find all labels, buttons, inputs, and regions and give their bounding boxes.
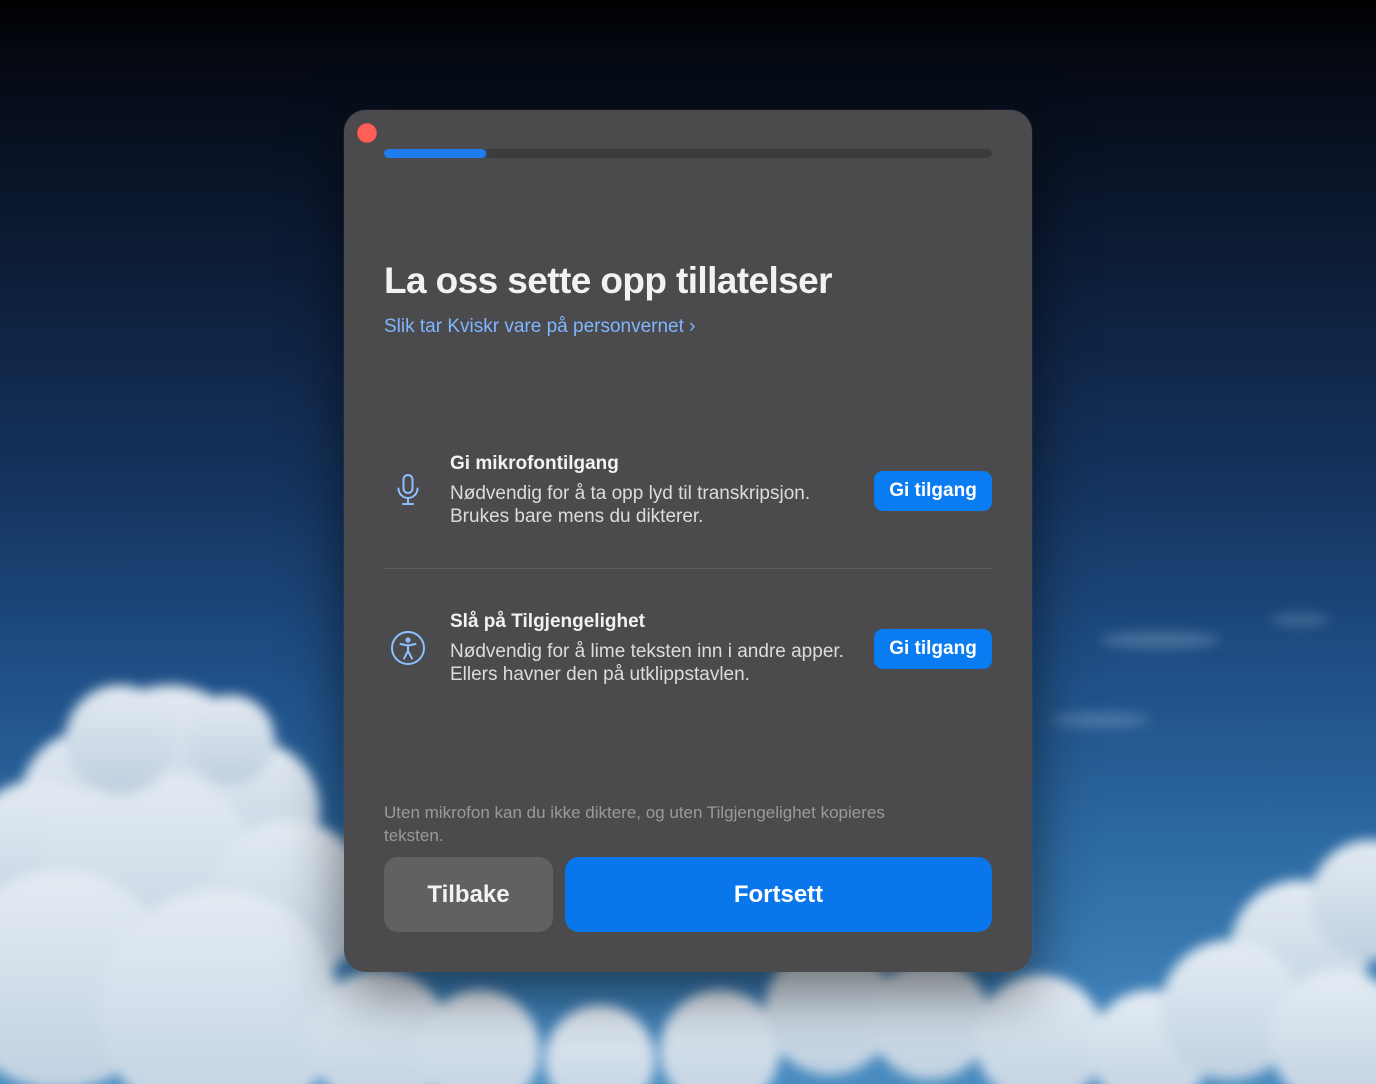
page-title: La oss sette opp tillatelser [384,260,833,301]
grant-microphone-button[interactable]: Gi tilgang [874,471,992,511]
footer-note: Uten mikrofon kan du ikke diktere, og ut… [384,803,885,845]
onboarding-window: La oss sette opp tillatelser Slik tar Kv… [344,110,1032,972]
microphone-icon [397,474,419,505]
continue-button[interactable]: Fortsett [565,857,992,932]
back-button[interactable]: Tilbake [384,857,553,932]
permission-description: Nødvendig for å lime teksten inn i andre… [450,641,844,685]
divider [384,568,992,569]
permission-row-accessibility: Slå på Tilgjengelighet Nødvendig for å l… [384,598,992,698]
privacy-link[interactable]: Slik tar Kviskr vare på personvernet › [384,316,696,338]
grant-accessibility-button[interactable]: Gi tilgang [874,629,992,669]
progress-fill [384,149,486,158]
permission-title: Slå på Tilgjengelighet [450,611,645,632]
permission-row-microphone: Gi mikrofontilgang Nødvendig for å ta op… [384,440,992,540]
progress-bar [384,149,992,158]
permission-title: Gi mikrofontilgang [450,453,619,474]
accessibility-icon [391,631,425,665]
close-window-button[interactable] [357,123,377,143]
permission-description: Nødvendig for å ta opp lyd til transkrip… [450,483,811,527]
